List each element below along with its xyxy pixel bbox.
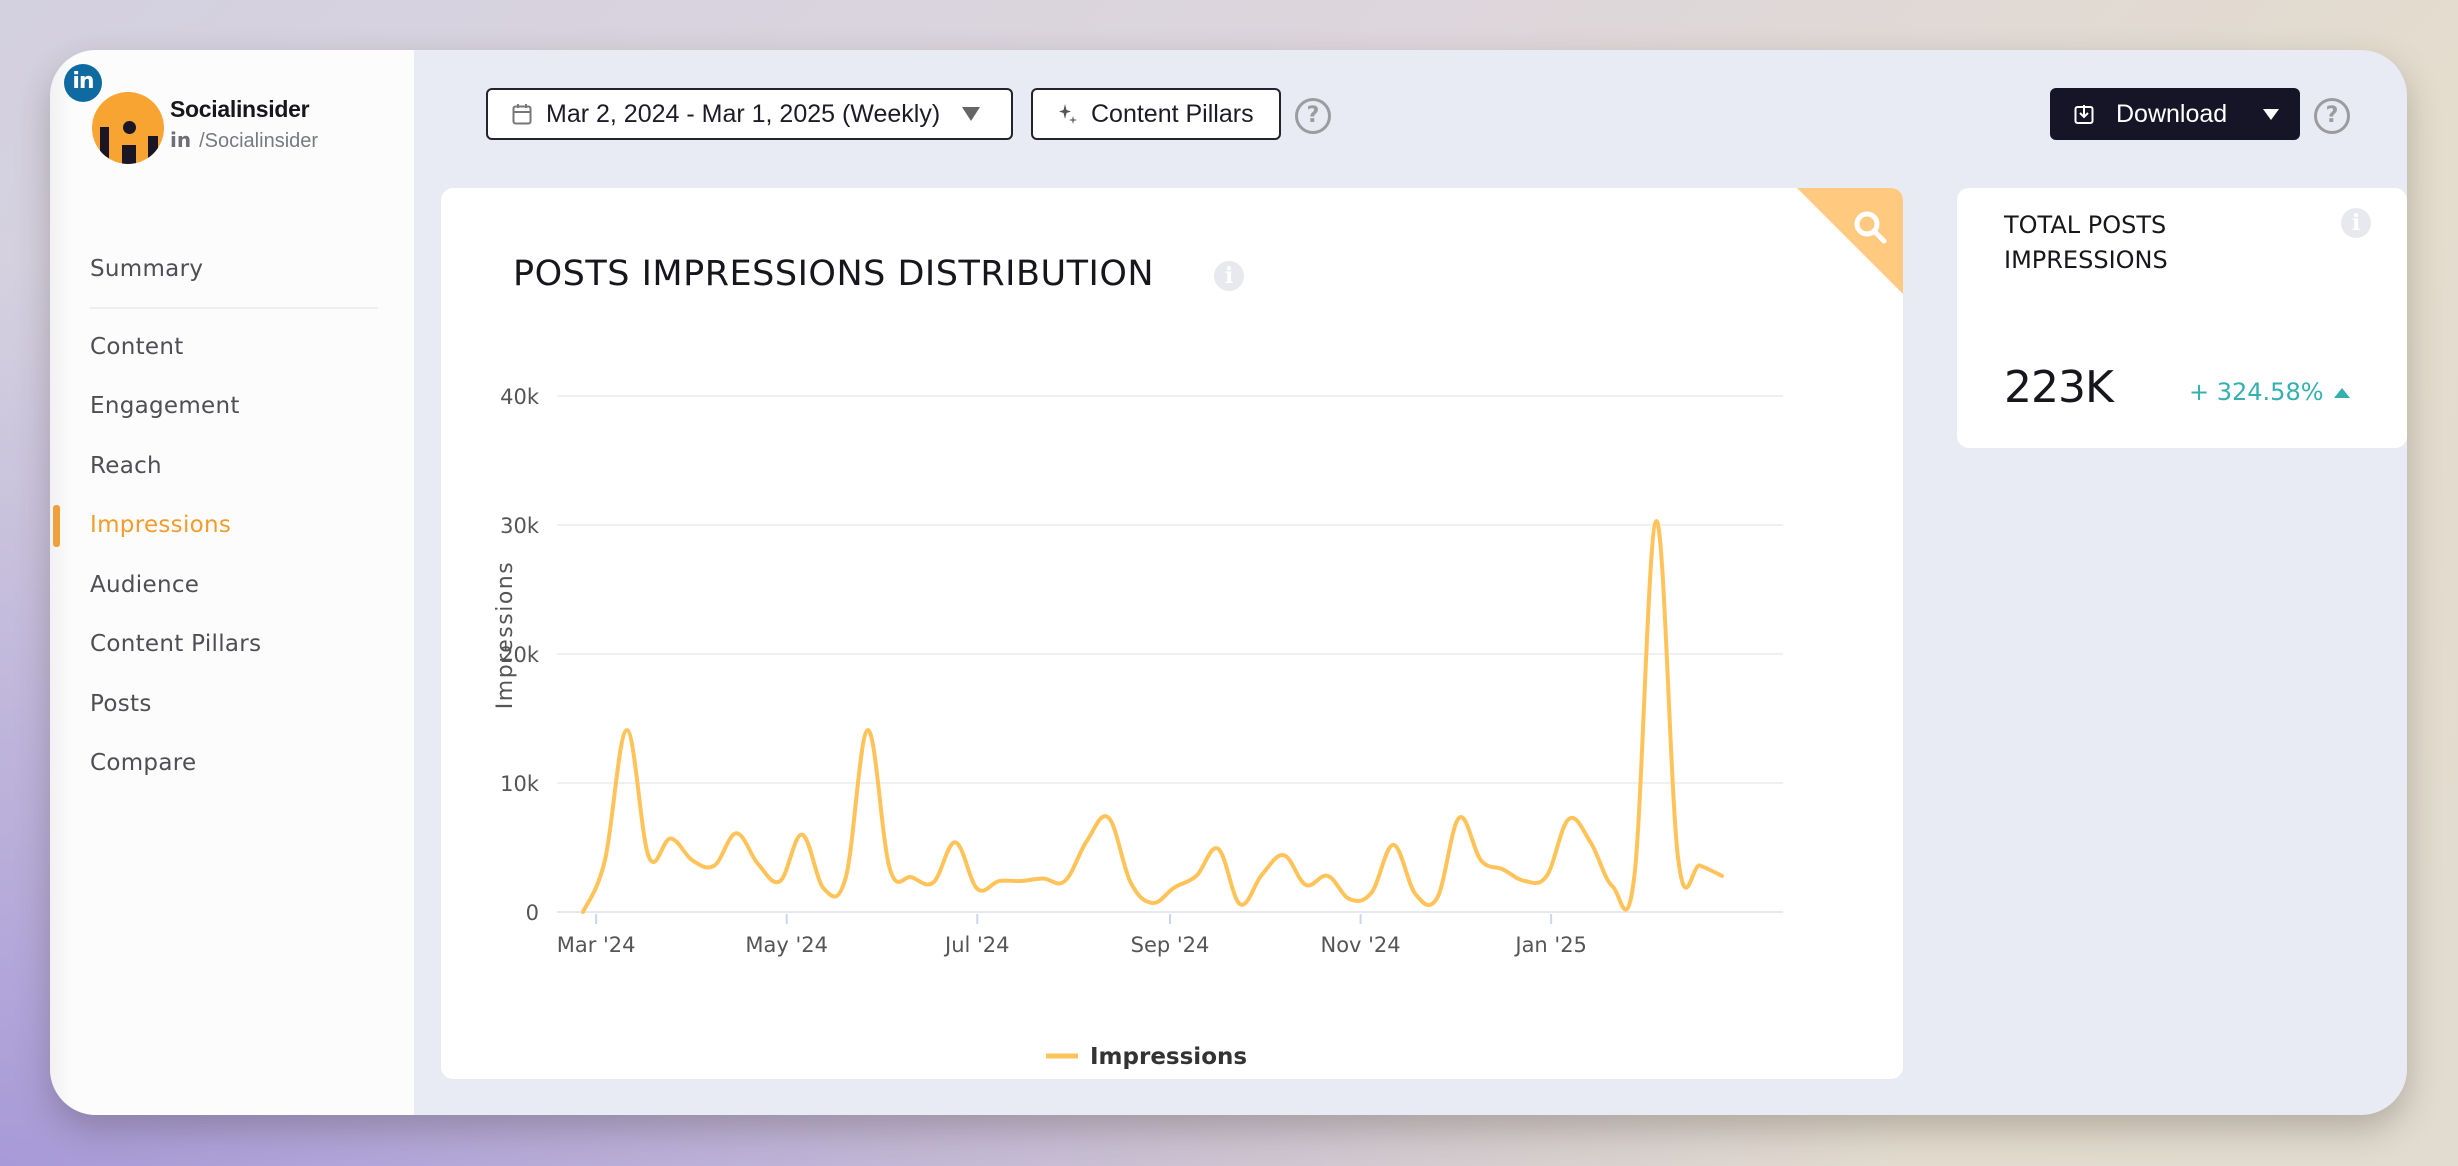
brand-avatar	[92, 92, 164, 164]
kpi-change: + 324.58%	[2189, 378, 2350, 406]
x-tick-label: Jul '24	[943, 933, 1010, 957]
impressions-line-chart: 010k20k30k40k Mar '24 May '24 Jul '24 Sep '…	[493, 385, 1783, 1070]
chart-card: POSTS IMPRESSIONS DISTRIBUTION i 0 10k 20k…	[441, 188, 1903, 1079]
download-icon	[2074, 105, 2094, 124]
sidebar-item-engagement[interactable]: Engagement	[90, 393, 240, 419]
x-tick-label: Nov '24	[1321, 933, 1401, 957]
profile-header[interactable]: in Socialinsider in/Socialinsider	[64, 64, 404, 164]
content-pillars-button[interactable]: Content Pillars	[1031, 88, 1281, 140]
kpi-card-total-impressions: TOTAL POSTS IMPRESSIONS i 223K + 324.58%	[1957, 188, 2407, 448]
kpi-value: 223K	[2004, 362, 2114, 413]
app-window: in Socialinsider in/Socialinsider Summar…	[50, 50, 2407, 1115]
sidebar-item-audience[interactable]: Audience	[90, 572, 199, 598]
main-content: Mar 2, 2024 - Mar 1, 2025 (Weekly) Conte…	[414, 50, 2407, 1115]
y-tick-label: 0	[526, 901, 539, 925]
legend-label: Impressions	[1090, 1044, 1247, 1070]
caret-down-icon	[962, 107, 981, 121]
sidebar-item-summary[interactable]: Summary	[90, 256, 203, 282]
download-label: Download	[2116, 99, 2228, 128]
active-indicator	[53, 505, 60, 547]
date-range-picker[interactable]: Mar 2, 2024 - Mar 1, 2025 (Weekly)	[486, 88, 1013, 140]
chart-legend[interactable]: Impressions	[1046, 1044, 1247, 1070]
x-tick-label: Mar '24	[557, 933, 636, 957]
sparkle-icon	[1059, 104, 1077, 124]
sidebar-item-content[interactable]: Content	[90, 334, 184, 360]
trend-up-icon	[2333, 388, 2350, 398]
download-button[interactable]: Download	[2050, 88, 2300, 140]
download-dropdown-icon[interactable]	[2263, 108, 2280, 120]
profile-handle: in/Socialinsider	[170, 128, 318, 153]
kpi-title: TOTAL POSTS IMPRESSIONS	[2004, 211, 2168, 274]
linkedin-small-icon: in	[170, 128, 192, 152]
sidebar-item-posts[interactable]: Posts	[90, 691, 152, 717]
y-tick-label: 30k	[500, 514, 540, 538]
y-tick-label: 40k	[500, 385, 540, 409]
sidebar-item-content-pillars[interactable]: Content Pillars	[90, 631, 261, 657]
profile-name: Socialinsider	[170, 96, 310, 122]
help-icon[interactable]: ?	[1295, 98, 1331, 134]
series-line-impressions	[581, 519, 1724, 914]
profile-handle-text: /Socialinsider	[199, 130, 319, 152]
y-axis-label: Impressions	[493, 561, 518, 709]
x-tick-label: May '24	[745, 933, 828, 957]
kpi-change-value: + 324.58%	[2189, 378, 2324, 406]
sidebar-item-reach[interactable]: Reach	[90, 453, 162, 479]
sidebar-item-compare[interactable]: Compare	[90, 750, 196, 776]
sidebar: in Socialinsider in/Socialinsider Summar…	[50, 50, 414, 1115]
calendar-icon	[512, 104, 532, 125]
x-tick-label: Sep '24	[1131, 933, 1210, 957]
date-range-label: Mar 2, 2024 - Mar 1, 2025 (Weekly)	[546, 99, 941, 128]
content-pillars-label: Content Pillars	[1091, 99, 1254, 128]
x-tick-label: Jan '25	[1513, 933, 1587, 957]
y-tick-label: 10k	[500, 772, 540, 796]
download-help-icon[interactable]: ?	[2314, 98, 2350, 134]
nav-divider	[90, 307, 378, 309]
sidebar-item-impressions[interactable]: Impressions	[90, 512, 231, 538]
linkedin-icon: in	[64, 64, 102, 102]
kpi-info-icon[interactable]: i	[2341, 208, 2371, 238]
